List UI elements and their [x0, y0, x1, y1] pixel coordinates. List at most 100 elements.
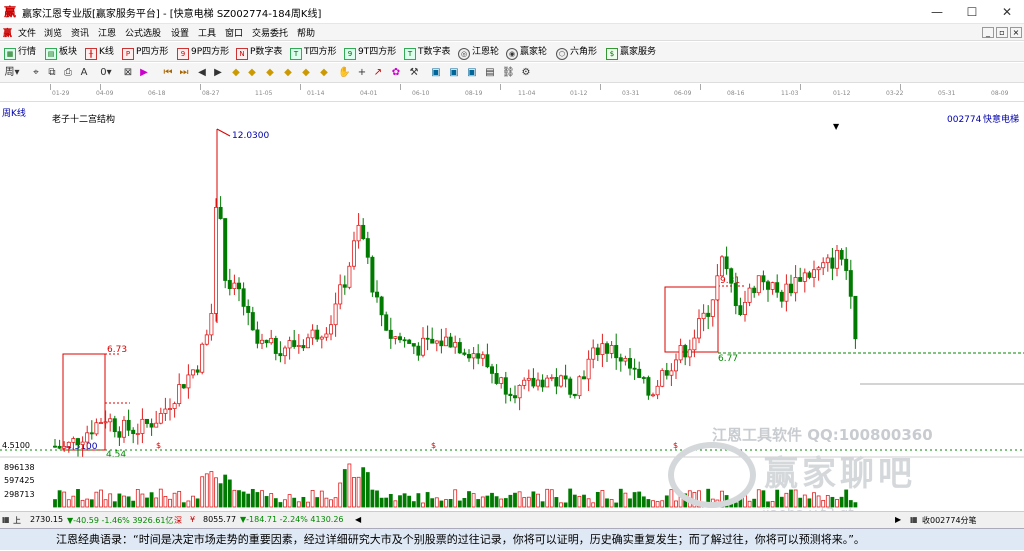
toolbar-p-square[interactable]: P P四方形: [122, 45, 168, 60]
candle-body: [793, 277, 798, 294]
diamond5-icon[interactable]: ◆: [300, 67, 312, 79]
scroll-right-icon[interactable]: ▶: [895, 515, 901, 524]
text-icon[interactable]: A: [78, 67, 90, 79]
trend-icon[interactable]: ↗: [372, 67, 384, 79]
diamond3-icon[interactable]: ◆: [264, 67, 276, 79]
candle-body: [844, 258, 849, 271]
volume-bar: [333, 497, 338, 508]
zero-select-icon[interactable]: 0▾: [100, 67, 112, 79]
tick-detail[interactable]: 收002774分笔: [922, 515, 977, 526]
toolbar-winner-wheel[interactable]: ◉ 赢家轮: [506, 45, 547, 60]
candle-body: [508, 393, 513, 397]
menu-tools[interactable]: 工具: [198, 26, 216, 39]
copy-icon[interactable]: ⧉: [46, 67, 58, 79]
toolbar-9p-square[interactable]: 9 9P四方形: [177, 45, 229, 60]
menu-browse[interactable]: 浏览: [44, 26, 62, 39]
flag-icon[interactable]: ▶: [138, 67, 150, 79]
first-icon[interactable]: ⏮: [162, 67, 174, 79]
toolbar-service[interactable]: $ 赢家服务: [606, 45, 656, 60]
settings-icon[interactable]: ⚙: [520, 67, 532, 79]
minimize-button[interactable]: —: [920, 0, 954, 24]
menu-gann[interactable]: 江恩: [98, 26, 116, 39]
candle-body: [420, 337, 425, 356]
screen3-icon[interactable]: ▣: [466, 67, 478, 79]
candle-body: [379, 296, 384, 316]
crosshair-icon[interactable]: +: [356, 67, 368, 79]
save-icon[interactable]: ▤: [484, 67, 496, 79]
menu-settings[interactable]: 设置: [171, 26, 189, 39]
volume-bar: [545, 488, 550, 508]
mdi-minimize-button[interactable]: _: [982, 27, 994, 38]
candle-body: [177, 384, 182, 405]
menu-window[interactable]: 窗口: [225, 26, 243, 39]
volume-bar: [416, 493, 421, 508]
candle-body: [752, 287, 757, 294]
sz-change: ▼-184.71 -2.24% 4130.26: [240, 515, 344, 524]
volume-bar: [57, 490, 62, 508]
volume-bar: [241, 491, 246, 508]
volume-bar: [623, 492, 628, 508]
volume-bar: [301, 496, 306, 508]
toolbar-t-square[interactable]: T T四方形: [290, 45, 337, 60]
menu-help[interactable]: 帮助: [297, 26, 315, 39]
volume-bar: [278, 502, 283, 508]
menu-info[interactable]: 资讯: [71, 26, 89, 39]
diamond1-icon[interactable]: ◆: [230, 67, 242, 79]
candle-body: [236, 282, 241, 290]
cursor-icon[interactable]: ⌖: [30, 67, 42, 79]
volume-bar: [434, 497, 439, 508]
toolbar-gann-wheel[interactable]: ◎ 江恩轮: [458, 45, 499, 60]
menu-file[interactable]: 文件: [18, 26, 36, 39]
toolbar-t-numbers[interactable]: T T数字表: [404, 45, 451, 60]
volume-bar: [347, 463, 352, 508]
close-button[interactable]: ✕: [990, 0, 1024, 24]
tn-icon: T: [404, 48, 416, 60]
print-icon[interactable]: ⎙: [62, 67, 74, 79]
forward-icon[interactable]: ▶: [212, 67, 224, 79]
mdi-restore-button[interactable]: ▫: [996, 27, 1008, 38]
tick: [800, 84, 801, 90]
p-square-icon: P: [122, 48, 134, 60]
candle-body: [195, 369, 200, 373]
toolbar-p-numbers[interactable]: N P数字表: [236, 45, 282, 60]
volume-bar: [260, 490, 264, 508]
zoom-icon[interactable]: ⊠: [122, 67, 134, 79]
volume-bar: [269, 493, 274, 508]
scroll-left-icon[interactable]: ◀: [355, 515, 361, 524]
candle-body: [66, 441, 71, 447]
candle-body: [798, 277, 803, 282]
dropdown-arrow-icon[interactable]: ▼: [833, 122, 840, 131]
menu-trade[interactable]: 交易委托: [252, 26, 288, 39]
last-icon[interactable]: ⏭: [178, 67, 190, 79]
toolbar-sectors[interactable]: ▤ 板块: [45, 45, 77, 60]
candle-body: [338, 284, 343, 305]
volume-bar: [223, 474, 228, 508]
diamond6-icon[interactable]: ◆: [318, 67, 330, 79]
volume-bar: [632, 492, 637, 508]
diamond4-icon[interactable]: ◆: [282, 67, 294, 79]
screen2-icon[interactable]: ▣: [448, 67, 460, 79]
period-icon[interactable]: 周▾: [4, 67, 20, 79]
volume-bar: [499, 498, 504, 508]
candle-body: [218, 206, 223, 219]
link-icon[interactable]: ⛓: [502, 67, 515, 79]
screen1-icon[interactable]: ▣: [430, 67, 442, 79]
maximize-button[interactable]: ☐: [955, 0, 989, 24]
toolbar-9t-square[interactable]: 9 9T四方形: [344, 45, 396, 60]
sz-index[interactable]: 8055.77: [203, 515, 236, 524]
mdi-close-button[interactable]: ×: [1010, 27, 1022, 38]
toolbar-quotes[interactable]: ▦ 行情: [4, 45, 36, 60]
toolbar-kline[interactable]: ╫ K线: [85, 45, 114, 60]
sh-index[interactable]: 2730.15: [30, 515, 63, 524]
diamond2-icon[interactable]: ◆: [246, 67, 258, 79]
volume-bar: [614, 502, 619, 508]
hand-icon[interactable]: ✋: [338, 67, 350, 79]
menu-formula[interactable]: 公式选股: [125, 26, 161, 39]
volume-bar: [646, 499, 651, 508]
toolbar-hexagon[interactable]: ⬡ 六角形: [556, 45, 597, 60]
volume-bar: [296, 501, 301, 508]
date-label: 04-09: [96, 90, 114, 97]
back-icon[interactable]: ◀: [196, 67, 208, 79]
pattern-icon[interactable]: ✿: [390, 67, 402, 79]
tool-icon[interactable]: ⚒: [408, 67, 420, 79]
